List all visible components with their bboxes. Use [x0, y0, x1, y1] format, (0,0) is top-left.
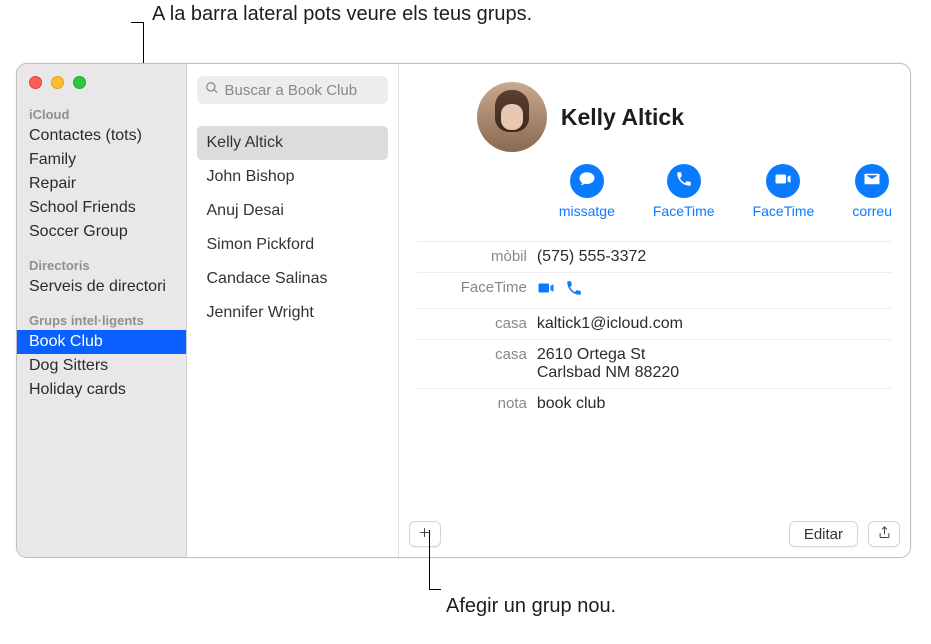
sidebar-item-school-friends[interactable]: School Friends	[17, 196, 186, 220]
sidebar-item-book-club[interactable]: Book Club	[17, 330, 186, 354]
sidebar-section-icloud: iCloud	[17, 103, 186, 124]
sidebar-item-all-contacts[interactable]: Contactes (tots)	[17, 124, 186, 148]
phone-icon	[675, 170, 693, 193]
contact-row[interactable]: Jennifer Wright	[197, 296, 388, 330]
contact-row[interactable]: John Bishop	[197, 160, 388, 194]
search-input[interactable]: Buscar a Book Club	[197, 76, 388, 104]
field-label: nota	[417, 395, 537, 412]
window-controls	[17, 72, 186, 103]
field-facetime: FaceTime	[417, 272, 892, 308]
field-mobile: mòbil (575) 555-3372	[417, 241, 892, 272]
sidebar-item-directory-services[interactable]: Serveis de directori	[17, 275, 186, 299]
contact-list-panel: Buscar a Book Club Kelly Altick John Bis…	[187, 64, 399, 557]
field-label: mòbil	[417, 248, 537, 265]
field-label: casa	[417, 346, 537, 363]
callout-add-group: Afegir un grup nou.	[446, 595, 616, 618]
contact-detail-panel: Kelly Altick missatge FaceTime FaceTime …	[399, 64, 910, 557]
contact-row[interactable]: Candace Salinas	[197, 262, 388, 296]
mail-icon	[863, 170, 881, 193]
detail-footer: Editar	[409, 521, 900, 547]
field-home-email: casa kaltick1@icloud.com	[417, 308, 892, 339]
fields: mòbil (575) 555-3372 FaceTime casa kalti…	[417, 241, 892, 419]
sidebar-item-repair[interactable]: Repair	[17, 172, 186, 196]
search-placeholder: Buscar a Book Club	[225, 82, 358, 99]
action-label: FaceTime	[653, 203, 715, 219]
close-window-button[interactable]	[29, 76, 42, 89]
field-value[interactable]: 2610 Ortega St Carlsbad NM 88220	[537, 346, 892, 382]
maximize-window-button[interactable]	[73, 76, 86, 89]
sidebar-section-smart-groups: Grups intel·ligents	[17, 309, 186, 330]
add-button[interactable]	[409, 521, 441, 547]
field-home-address: casa 2610 Ortega St Carlsbad NM 88220	[417, 339, 892, 388]
field-value[interactable]: book club	[537, 395, 892, 413]
search-icon	[205, 81, 219, 99]
field-value[interactable]: kaltick1@icloud.com	[537, 315, 892, 333]
contact-row[interactable]: Simon Pickford	[197, 228, 388, 262]
avatar[interactable]	[477, 82, 547, 152]
callout-line	[429, 530, 430, 590]
sidebar-item-holiday-cards[interactable]: Holiday cards	[17, 378, 186, 402]
video-icon[interactable]	[537, 279, 555, 302]
contact-row[interactable]: Anuj Desai	[197, 194, 388, 228]
plus-icon	[417, 525, 432, 544]
action-message[interactable]: missatge	[559, 164, 615, 219]
field-label: FaceTime	[417, 279, 537, 296]
sidebar-section-directories: Directoris	[17, 254, 186, 275]
action-mail[interactable]: correu	[852, 164, 892, 219]
contact-row[interactable]: Kelly Altick	[197, 126, 388, 160]
field-value[interactable]: (575) 555-3372	[537, 248, 892, 266]
contact-name: Kelly Altick	[561, 104, 684, 131]
action-label: correu	[852, 203, 892, 219]
field-note: nota book club	[417, 388, 892, 419]
action-facetime-video[interactable]: FaceTime	[753, 164, 815, 219]
video-icon	[774, 170, 792, 193]
sidebar: iCloud Contactes (tots) Family Repair Sc…	[17, 64, 187, 557]
message-icon	[578, 170, 596, 193]
field-label: casa	[417, 315, 537, 332]
action-facetime-audio[interactable]: FaceTime	[653, 164, 715, 219]
sidebar-item-soccer-group[interactable]: Soccer Group	[17, 220, 186, 244]
share-icon	[877, 525, 892, 544]
share-button[interactable]	[868, 521, 900, 547]
action-label: FaceTime	[753, 203, 815, 219]
action-label: missatge	[559, 203, 615, 219]
sidebar-item-dog-sitters[interactable]: Dog Sitters	[17, 354, 186, 378]
callout-sidebar: A la barra lateral pots veure els teus g…	[152, 3, 532, 26]
edit-button[interactable]: Editar	[789, 521, 858, 547]
app-window: iCloud Contactes (tots) Family Repair Sc…	[16, 63, 911, 558]
contacts-list: Kelly Altick John Bishop Anuj Desai Simo…	[197, 126, 388, 330]
phone-icon[interactable]	[565, 279, 583, 302]
sidebar-item-family[interactable]: Family	[17, 148, 186, 172]
minimize-window-button[interactable]	[51, 76, 64, 89]
